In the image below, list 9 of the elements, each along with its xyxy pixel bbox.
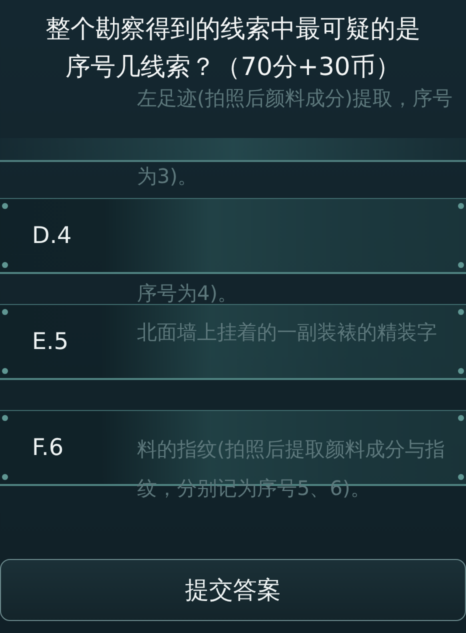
question-text: 序号几线索？（70分+30币）	[66, 51, 400, 83]
background-text: 序号为4)。	[137, 280, 239, 307]
option-button[interactable]: D.4	[0, 198, 466, 274]
background-text: 料的指纹(拍照后提取颜料成分与指	[137, 436, 446, 463]
background-text: 北面墙上挂着的一副装裱的精装字	[137, 319, 438, 346]
background-text: 左足迹(拍照后颜料成分)提取，序号	[137, 85, 454, 112]
question-text: 整个勘察得到的线索中最可疑的是	[46, 13, 420, 45]
submit-button[interactable]: 提交答案	[0, 559, 466, 621]
background-text: 为3)。	[137, 163, 199, 190]
